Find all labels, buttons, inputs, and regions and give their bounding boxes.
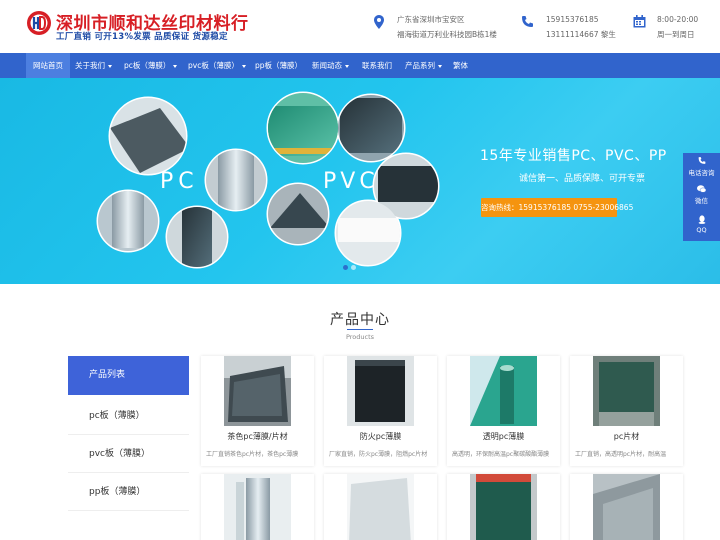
wechat-icon <box>697 185 706 193</box>
nav-label: 联系我们 <box>362 61 392 70</box>
nav-item-news[interactable]: 新闻动态 <box>305 53 356 78</box>
category-item-pc[interactable]: pc板（薄膜） <box>68 397 189 435</box>
product-desc: 厂家直销，防火pc薄膜，阻燃pc片材 <box>329 451 428 458</box>
slider-dot-1[interactable] <box>343 265 348 270</box>
nav-item-traditional[interactable]: 繁体 <box>446 53 475 78</box>
nav-label: pc板（薄膜） <box>124 61 171 70</box>
product-name[interactable]: pc片材 <box>570 431 683 442</box>
nav-item-contact[interactable]: 联系我们 <box>355 53 399 78</box>
product-image[interactable] <box>593 474 660 540</box>
product-image[interactable] <box>470 356 537 426</box>
slider-dot-2[interactable] <box>351 265 356 270</box>
product-desc: 工厂直销茶色pc片材，茶色pc薄膜 <box>206 451 299 458</box>
nav-label: 关于我们 <box>75 61 105 70</box>
products-section-subtitle: Products <box>345 333 375 341</box>
chevron-down-icon <box>345 64 349 68</box>
banner-title: 15年专业销售PC、PVC、PP <box>480 148 667 164</box>
product-card[interactable]: 透明pc薄膜 高透明，环保耐高温pc聚碳酸酯薄膜 <box>447 356 560 466</box>
float-phone[interactable]: 电话咨询 <box>683 156 720 177</box>
product-image[interactable] <box>470 474 537 540</box>
phone-line2[interactable]: 13111114667 黎生 <box>546 27 616 42</box>
site-header: 深圳市顺和达丝印材料行 工厂直销 可开13%发票 品质保证 货源稳定 广东省深圳… <box>0 0 720 53</box>
chevron-down-icon <box>108 64 112 68</box>
nav-label: 网站首页 <box>33 61 63 70</box>
hero-banner[interactable]: PC PVC 15年专业销售PC、PVC、PP 诚信第一、品质保障、可开专票 咨… <box>0 78 720 284</box>
product-card[interactable] <box>447 474 560 540</box>
calendar-icon <box>633 15 646 28</box>
product-name[interactable]: 透明pc薄膜 <box>447 431 560 442</box>
qq-icon <box>698 215 705 224</box>
product-card[interactable]: pc片材 工厂直销，高透明pc片材，耐高温 <box>570 356 683 466</box>
nav-label: 繁体 <box>453 61 468 70</box>
banner-subtitle: 诚信第一、品质保障、可开专票 <box>519 174 646 184</box>
nav-label: 产品系列 <box>405 61 435 70</box>
nav-item-pc[interactable]: pc板（薄膜） <box>117 53 184 78</box>
banner-label-pc: PC <box>160 169 199 194</box>
product-name[interactable]: 防火pc薄膜 <box>324 431 437 442</box>
location-pin-icon <box>374 15 384 29</box>
company-slogan: 工厂直销 可开13%发票 品质保证 货源稳定 <box>56 32 228 42</box>
product-card[interactable]: 茶色pc薄膜/片材 工厂直销茶色pc片材，茶色pc薄膜 <box>201 356 314 466</box>
main-nav: 网站首页 关于我们 pc板（薄膜） pvc板（薄膜） pp板（薄膜） 新闻动态 … <box>0 53 720 78</box>
product-desc: 工厂直销，高透明pc片材，耐高温 <box>575 451 667 458</box>
float-qq-label: QQ <box>696 226 707 234</box>
product-desc: 高透明，环保耐高温pc聚碳酸酯薄膜 <box>452 451 550 458</box>
float-qq[interactable]: QQ <box>683 215 720 234</box>
hours-line1: 8:00-20:00 <box>657 15 699 24</box>
nav-item-pp[interactable]: pp板（薄膜） <box>248 53 309 78</box>
nav-item-products[interactable]: 产品系列 <box>398 53 449 78</box>
products-section-title: 产品中心 <box>330 312 390 328</box>
nav-item-pvc[interactable]: pvc板（薄膜） <box>181 53 253 78</box>
product-card[interactable]: 防火pc薄膜 厂家直销，防火pc薄膜，阻燃pc片材 <box>324 356 437 466</box>
product-image[interactable] <box>224 474 291 540</box>
chevron-down-icon <box>241 64 246 68</box>
nav-label: 新闻动态 <box>312 61 342 70</box>
phone-icon <box>522 16 533 27</box>
nav-item-home[interactable]: 网站首页 <box>26 53 70 78</box>
floating-contact-bar: 电话咨询 微信 QQ <box>683 153 720 241</box>
nav-label: pvc板（薄膜） <box>188 61 239 70</box>
address-line2: 福海街道万利业科技园B栋1楼 <box>397 30 497 39</box>
phone-block: 15915376185 13111114667 黎生 <box>546 12 616 42</box>
product-image[interactable] <box>347 356 414 426</box>
section-divider <box>347 329 373 330</box>
hours-block: 8:00-20:00 周一到周日 <box>657 12 698 42</box>
float-wechat[interactable]: 微信 <box>683 185 720 205</box>
product-card[interactable] <box>201 474 314 540</box>
product-name[interactable]: 茶色pc薄膜/片材 <box>201 431 314 442</box>
float-wechat-label: 微信 <box>695 197 708 205</box>
hotline-button[interactable]: 咨询热线：15915376185 0755-23006865 <box>481 198 633 217</box>
chevron-down-icon <box>173 64 178 68</box>
chevron-down-icon <box>438 64 442 68</box>
hours-line2: 周一到周日 <box>657 30 695 39</box>
product-image[interactable] <box>347 474 414 540</box>
product-image[interactable] <box>593 356 660 426</box>
banner-label-pvc: PVC <box>323 169 379 194</box>
company-logo-icon[interactable] <box>26 10 52 36</box>
float-phone-label: 电话咨询 <box>688 169 715 177</box>
address-block: 广东省深圳市宝安区 福海街道万利业科技园B栋1楼 <box>397 12 497 42</box>
product-image[interactable] <box>224 356 291 426</box>
category-item-pvc[interactable]: pvc板（薄膜） <box>68 435 189 473</box>
nav-label: pp板（薄膜） <box>255 61 303 70</box>
category-list-header[interactable]: 产品列表 <box>68 356 189 395</box>
product-card[interactable] <box>570 474 683 540</box>
phone-icon <box>698 157 705 164</box>
nav-item-about[interactable]: 关于我们 <box>68 53 119 78</box>
address-line1: 广东省深圳市宝安区 <box>397 15 465 24</box>
phone-line1[interactable]: 15915376185 <box>546 12 616 27</box>
category-item-pp[interactable]: pp板（薄膜） <box>68 473 189 511</box>
product-card[interactable] <box>324 474 437 540</box>
